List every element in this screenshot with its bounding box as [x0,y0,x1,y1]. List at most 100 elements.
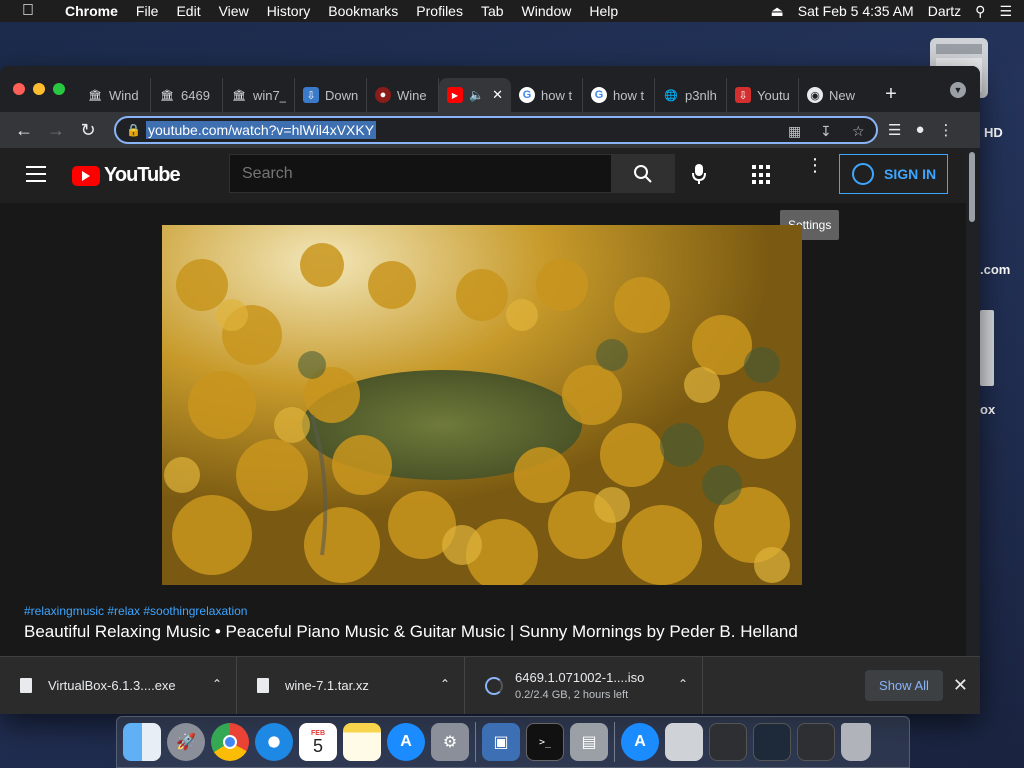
bookmark-star-icon[interactable]: ☆ [852,123,865,140]
account-icon [852,163,874,185]
download-item-wine[interactable]: wine-7.1.tar.xz ⌃ [237,656,465,714]
hamburger-menu-icon[interactable] [26,166,46,187]
tab-4[interactable]: ⇩ Down [295,78,367,112]
menu-profiles[interactable]: Profiles [407,3,472,19]
calendar-icon[interactable]: FEB 5 [299,723,337,761]
desktop-drive-icon[interactable] [980,310,994,386]
sign-in-button[interactable]: SIGN IN [839,154,948,194]
video-hashtags[interactable]: #relaxingmusic #relax #soothingrelaxatio… [24,604,247,618]
tab-5[interactable]: ● Wine [367,78,439,112]
app-store-icon[interactable]: A [387,723,425,761]
trash-icon[interactable] [841,723,871,761]
tab-9[interactable]: 🌐 p3nlh [655,78,727,112]
chevron-up-icon[interactable]: ⌃ [678,677,688,691]
launchpad-icon[interactable]: 🚀 [167,723,205,761]
eject-icon[interactable]: ⏏ [771,3,784,20]
url-text[interactable]: youtube.com/watch?v=hlWil4xVXKY [146,121,377,139]
install-app-icon[interactable]: ↧ [820,123,832,140]
apple-menu-icon[interactable]:  [0,2,56,20]
notes-icon[interactable] [343,723,381,761]
tab-3[interactable]: 🏛 win7_ [223,78,295,112]
close-shelf-icon[interactable]: ✕ [953,675,968,696]
chrome-window: 🏛 Wind 🏛 6469 🏛 win7_ ⇩ Down ● Wine ▶ 🔈 … [0,66,980,714]
menu-file[interactable]: File [127,3,168,19]
menubar-datetime[interactable]: Sat Feb 5 4:35 AM [798,3,914,19]
tab-8[interactable]: G how t [583,78,655,112]
system-preferences-icon[interactable]: ⚙ [431,723,469,761]
tab-title: how t [613,87,645,103]
reload-icon[interactable]: ↻ [72,120,104,141]
chrome-dock-icon[interactable] [211,723,249,761]
tab-title: New [829,87,856,103]
chrome-menu-icon[interactable]: ⋮ [939,121,954,139]
show-all-button[interactable]: Show All [865,670,943,701]
virtualbox-icon[interactable]: ▣ [482,723,520,761]
menu-view[interactable]: View [210,3,258,19]
menubar-user[interactable]: Dartz [928,3,961,19]
menu-window[interactable]: Window [513,3,581,19]
download-name: VirtualBox-6.1.3....exe [48,678,176,693]
sign-in-label: SIGN IN [884,166,937,182]
app-store-downloads-icon[interactable]: A [621,723,659,761]
menu-bookmarks[interactable]: Bookmarks [319,3,407,19]
close-window-button[interactable] [13,83,25,95]
speaker-icon[interactable]: 🔈 [469,88,484,102]
download-item-virtualbox[interactable]: VirtualBox-6.1.3....exe ⌃ [0,656,237,714]
apps-grid-icon[interactable] [752,165,772,185]
globe-icon: 🌐 [664,89,678,102]
window-thumbnail-1-icon[interactable] [709,723,747,761]
control-center-icon[interactable]: ☰ [999,3,1012,20]
zoom-window-button[interactable] [53,83,65,95]
lock-icon[interactable]: 🔒 [126,123,146,137]
menu-edit[interactable]: Edit [167,3,209,19]
video-player[interactable] [162,225,802,585]
terminal-icon[interactable]: >_ [526,723,564,761]
qr-code-icon[interactable]: ▦ [788,123,801,140]
search-button[interactable] [611,154,675,193]
scrollbar-thumb[interactable] [969,152,975,222]
safari-icon[interactable]: ➚ [255,723,293,761]
installer-document-icon[interactable] [665,723,703,761]
reading-list-icon[interactable]: ☰ [888,121,901,139]
menu-help[interactable]: Help [580,3,627,19]
address-bar[interactable]: 🔒 youtube.com/watch?v=hlWil4xVXKY ▦ ↧ ☆ [114,116,878,144]
download-item-iso[interactable]: 6469.1.071002-1....iso 0.2/2.4 GB, 2 hou… [465,656,703,714]
tab-search-icon[interactable]: ▼ [950,82,966,98]
profile-icon[interactable]: ● [915,121,924,139]
tab-2[interactable]: 🏛 6469 [151,78,223,112]
close-tab-icon[interactable]: ✕ [492,87,503,103]
download-page-icon: ⇩ [303,87,319,103]
disk-utility-icon[interactable]: ▤ [570,723,608,761]
tab-title: 6469 [181,87,210,103]
finder-icon[interactable] [123,723,161,761]
tab-11[interactable]: ◉ New [799,78,871,112]
tab-6-active[interactable]: ▶ 🔈 ✕ [439,78,511,112]
menu-history[interactable]: History [258,3,320,19]
chevron-up-icon[interactable]: ⌃ [440,677,450,691]
museum-icon: 🏛 [88,89,102,102]
tab-10[interactable]: ⇩ Youtu [727,78,799,112]
minimize-window-button[interactable] [33,83,45,95]
tab-7[interactable]: G how t [511,78,583,112]
settings-dots-icon[interactable]: ⋮ [806,156,824,174]
tab-1[interactable]: 🏛 Wind [79,78,151,112]
menu-app-chrome[interactable]: Chrome [56,3,127,19]
window-thumbnail-2-icon[interactable] [753,723,791,761]
back-icon[interactable]: ← [8,120,40,141]
youtube-download-icon: ⇩ [735,87,751,103]
youtube-icon: ▶ [447,87,463,103]
page-scrollbar[interactable] [966,148,980,656]
window-thumbnail-3-icon[interactable] [797,723,835,761]
spotlight-search-icon[interactable]: ⚲ [975,3,985,20]
menu-tab[interactable]: Tab [472,3,513,19]
chevron-up-icon[interactable]: ⌃ [212,677,222,691]
download-text-block: 6469.1.071002-1....iso 0.2/2.4 GB, 2 hou… [515,670,644,701]
new-tab-button[interactable]: + [871,83,911,106]
youtube-header: YouTube ⋮ SIGN [0,148,966,203]
microphone-icon[interactable] [692,163,706,190]
tab-title: Youtu [757,87,790,103]
youtube-logo[interactable]: YouTube [72,164,181,187]
download-status: 0.2/2.4 GB, 2 hours left [515,689,629,701]
forward-icon[interactable]: → [40,120,72,141]
search-input[interactable] [229,154,612,193]
